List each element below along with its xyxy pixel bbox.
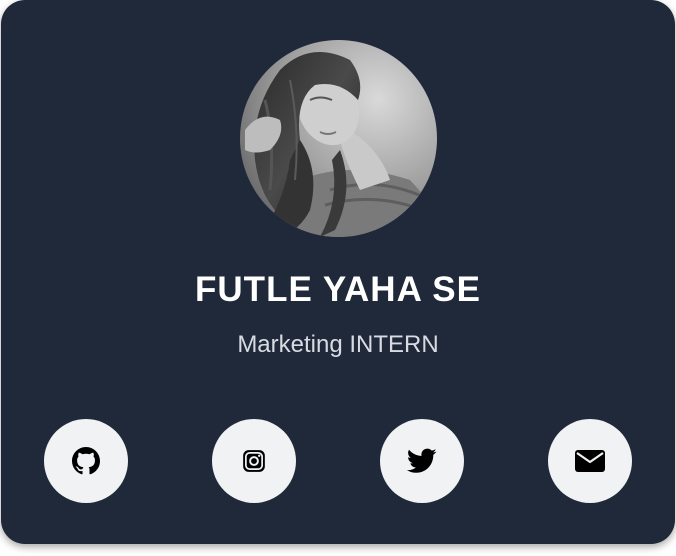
profile-name: FUTLE YAHA SE — [195, 270, 481, 309]
twitter-button[interactable] — [380, 419, 464, 503]
instagram-button[interactable] — [212, 419, 296, 503]
instagram-icon — [241, 448, 267, 474]
github-icon — [72, 447, 100, 475]
avatar — [240, 40, 437, 237]
email-icon — [575, 450, 605, 472]
github-button[interactable] — [44, 419, 128, 503]
twitter-icon — [407, 448, 437, 474]
email-button[interactable] — [548, 419, 632, 503]
profile-card: FUTLE YAHA SE Marketing INTERN — [1, 0, 675, 544]
profile-role: Marketing INTERN — [237, 331, 439, 358]
